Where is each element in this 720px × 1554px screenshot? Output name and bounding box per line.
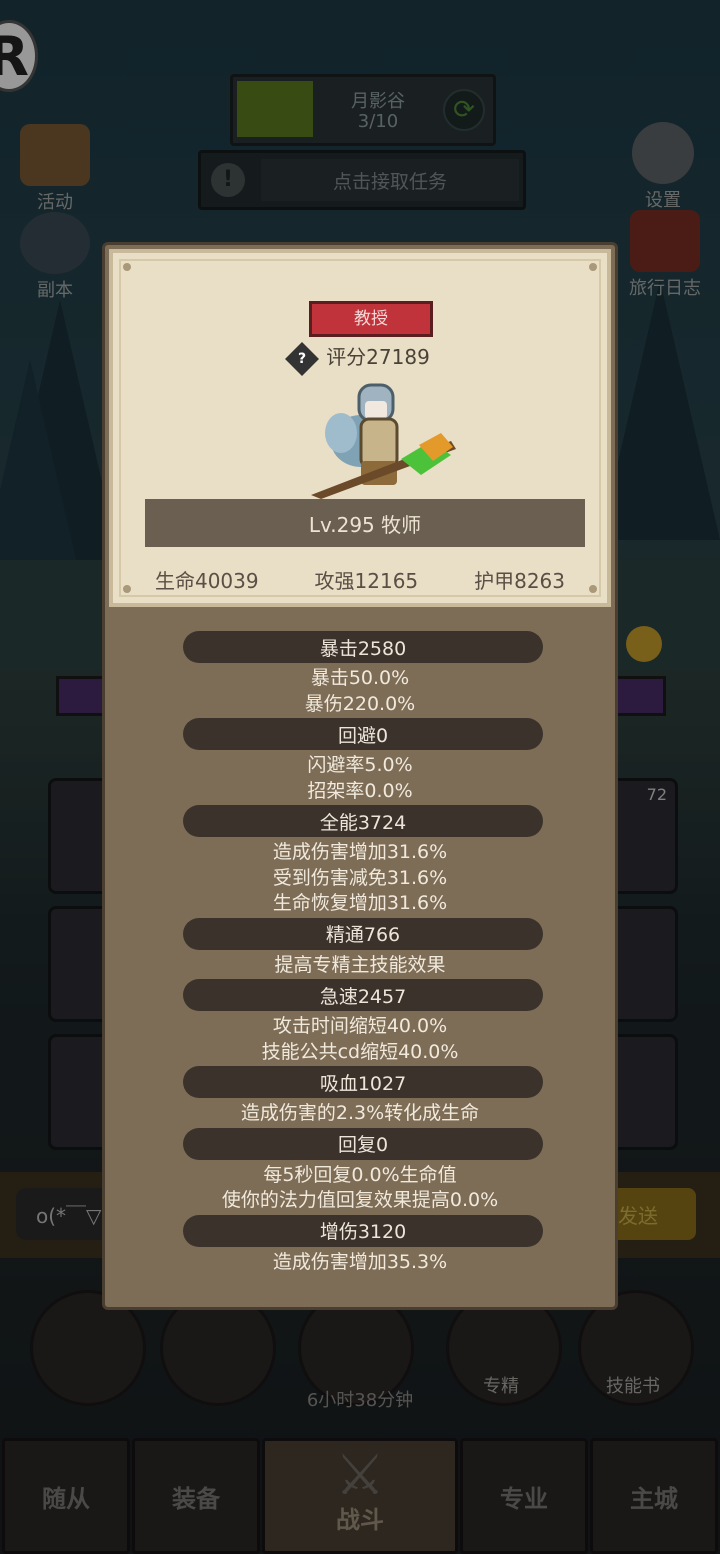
character-stats-modal: 教授 ? 评分27189 Lv.295 牧师 生命40039 攻强12165 护甲… bbox=[102, 242, 618, 1310]
score-row: ? 评分27189 bbox=[113, 341, 607, 376]
attribute-header: 精通766 bbox=[183, 917, 543, 950]
attribute-detail: 造成伤害增加31.6% bbox=[272, 841, 448, 863]
attribute-detail: 受到伤害减免31.6% bbox=[272, 866, 448, 889]
attribute-detail: 提高专精主技能效果 bbox=[274, 953, 446, 976]
card-corner bbox=[123, 263, 131, 271]
attribute-detail: 每5秒回复0.0%生命值 bbox=[263, 1163, 457, 1186]
stat-armor: 护甲8263 bbox=[474, 569, 565, 593]
attribute-header: 吸血1027 bbox=[183, 1066, 543, 1098]
game-screen: R 月影谷 3/10 ⟳ ! 点击接取任务 活动 副本 设置 旅行日志 72 o… bbox=[0, 0, 720, 1554]
attribute-detail: 攻击时间缩短40.0% bbox=[272, 1015, 448, 1037]
core-stats: 生命40039 攻强12165 护甲8263 bbox=[113, 565, 607, 594]
attribute-header: 暴击2580 bbox=[183, 631, 543, 663]
hero-portrait bbox=[311, 383, 456, 499]
attribute-detail: 使你的法力值回复效果提高0.0% bbox=[221, 1189, 499, 1211]
card-corner bbox=[589, 263, 597, 271]
attribute-header: 全能3724 bbox=[183, 805, 543, 837]
attribute-header: 回避0 bbox=[183, 718, 543, 750]
stat-hp: 生命40039 bbox=[154, 569, 259, 593]
attribute-detail: 技能公共cd缩短40.0% bbox=[261, 1040, 459, 1063]
title-badge: 教授 bbox=[309, 301, 433, 337]
attribute-detail: 造成伤害的2.3%转化成生命 bbox=[240, 1102, 480, 1124]
attribute-header: 急速2457 bbox=[183, 979, 543, 1011]
attribute-header: 回复0 bbox=[183, 1127, 543, 1160]
stat-attack-power: 攻强12165 bbox=[314, 569, 419, 593]
attribute-header: 增伤3120 bbox=[183, 1214, 543, 1247]
attribute-detail: 暴击50.0% bbox=[310, 667, 410, 689]
attribute-detail: 造成伤害增加35.3% bbox=[272, 1250, 448, 1273]
attribute-detail: 闪避率5.0% bbox=[307, 754, 413, 776]
score-value: 评分27189 bbox=[326, 345, 430, 369]
attribute-detail: 生命恢复增加31.6% bbox=[272, 892, 448, 914]
character-card: 教授 ? 评分27189 Lv.295 牧师 生命40039 攻强12165 护甲… bbox=[109, 249, 611, 607]
attribute-detail: 招架率0.0% bbox=[307, 779, 413, 802]
attribute-detail: 暴伤220.0% bbox=[304, 692, 416, 715]
level-class-banner: Lv.295 牧师 bbox=[145, 499, 585, 547]
